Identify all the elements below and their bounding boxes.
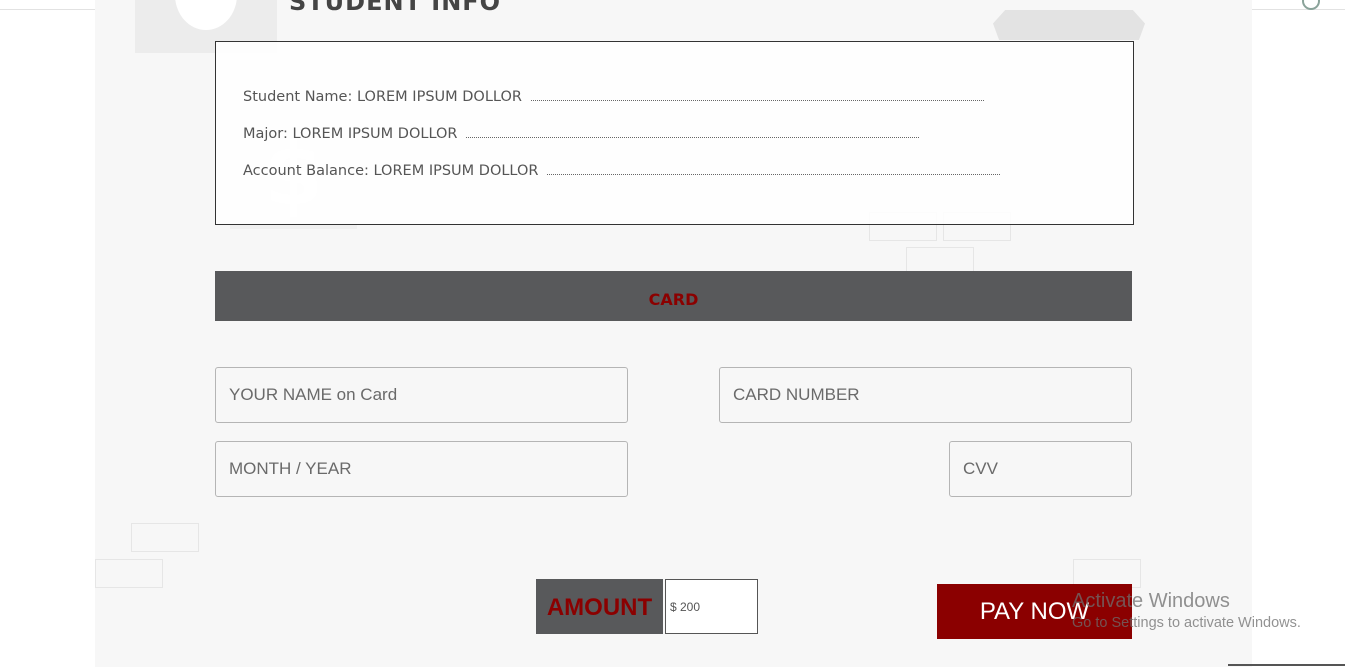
amount-label: AMOUNT [536,579,663,634]
account-balance-row: Account Balance: LOREM IPSUM DOLLOR [243,163,1001,179]
page-title: STUDENT INFO [289,0,502,16]
laptop-icon [993,10,1145,40]
student-info-panel: Student Name: LOREM IPSUM DOLLOR Major: … [215,41,1134,225]
activation-watermark-title: Activate Windows [1072,590,1230,612]
dotted-leader [466,127,920,138]
amount-input[interactable] [665,579,758,634]
card-number-input[interactable] [719,367,1132,423]
cardholder-name-input[interactable] [215,367,628,423]
card-section-header: CARD [215,271,1132,321]
dotted-leader [530,90,984,101]
student-name-row: Student Name: LOREM IPSUM DOLLOR [243,89,984,105]
dotted-leader [547,164,1001,175]
activation-watermark-subtitle: Go to Settings to activate Windows. [1072,615,1301,631]
major-row: Major: LOREM IPSUM DOLLOR [243,126,920,142]
info-label: Student Name: [243,89,353,105]
info-label: Major: [243,126,288,142]
info-value: LOREM IPSUM DOLLOR [292,126,458,142]
decor-outline [95,559,163,588]
bottom-edge-line [1228,664,1345,666]
decor-outline [131,523,199,552]
cvv-input[interactable] [949,441,1132,497]
expiry-date-input[interactable] [215,441,628,497]
info-label: Account Balance: [243,163,369,179]
info-value: LOREM IPSUM DOLLOR [373,163,539,179]
info-value: LOREM IPSUM DOLLOR [356,89,522,105]
